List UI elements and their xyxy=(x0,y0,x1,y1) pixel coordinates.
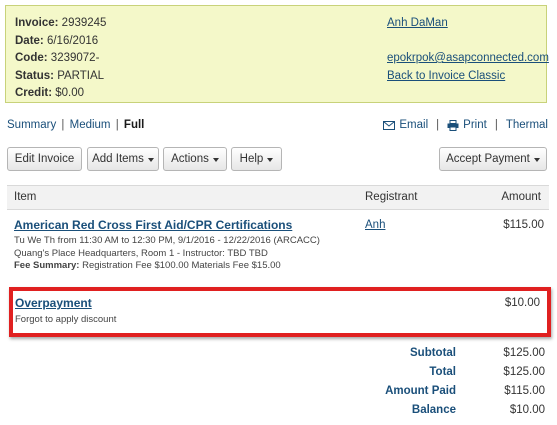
help-label: Help xyxy=(239,153,264,165)
subtotal-value: $125.00 xyxy=(503,347,545,359)
subtotal-label: Subtotal xyxy=(410,347,456,359)
actions-button[interactable]: Actions xyxy=(163,147,227,171)
invoice-label: Invoice: xyxy=(15,17,59,29)
item-schedule: Tu We Th from 11:30 AM to 12:30 PM, 9/1/… xyxy=(14,235,320,246)
caret-down-icon xyxy=(533,158,540,162)
invoice-date: 6/16/2016 xyxy=(46,34,99,47)
registrant-link[interactable]: Anh xyxy=(365,219,385,231)
balance-label: Balance xyxy=(411,404,456,416)
customer-details: Anh DaMan epokrpok@asapconnected.com Bac… xyxy=(387,15,549,85)
amount-paid-value: $115.00 xyxy=(504,385,545,397)
output-separator: | xyxy=(494,119,498,131)
invoice-code: 3239072- xyxy=(50,52,100,64)
fee-summary-detail: Registration Fee $100.00 Materials Fee $… xyxy=(82,260,281,271)
output-separator: | xyxy=(436,119,440,131)
item-location: Quang's Place Headquarters, Room 1 - Ins… xyxy=(14,247,268,259)
invoice-credit: $0.00 xyxy=(55,87,85,99)
view-mode-links: Summary | Medium | Full xyxy=(7,119,144,131)
view-separator: | xyxy=(61,119,65,131)
printer-icon xyxy=(447,119,459,131)
credit-label: Credit: xyxy=(15,87,53,99)
total-label: Total xyxy=(429,366,456,378)
table-row: American Red Cross First Aid/CPR Certifi… xyxy=(14,218,544,273)
view-separator: | xyxy=(115,119,119,131)
customer-name-link[interactable]: Anh DaMan xyxy=(387,17,448,29)
edit-invoice-button[interactable]: Edit Invoice xyxy=(7,147,82,171)
invoice-status: PARTIAL xyxy=(57,69,105,82)
view-summary-link[interactable]: Summary xyxy=(7,119,56,131)
add-items-label: Add Items xyxy=(92,153,144,165)
email-label: Email xyxy=(399,119,429,131)
actions-label: Actions xyxy=(171,153,209,165)
item-title-link[interactable]: American Red Cross First Aid/CPR Certifi… xyxy=(14,218,292,232)
overpayment-note: Forgot to apply discount xyxy=(15,314,117,325)
status-label: Status: xyxy=(15,69,54,82)
table-header: Item Registrant Amount xyxy=(7,185,549,210)
email-link[interactable]: Email xyxy=(383,119,428,131)
column-header-item: Item xyxy=(14,191,37,203)
date-label: Date: xyxy=(15,34,44,47)
print-link[interactable]: Print xyxy=(447,119,487,131)
table-row: Overpayment Forgot to apply discount xyxy=(15,296,116,327)
help-button[interactable]: Help xyxy=(231,147,282,171)
output-links: Email | Print | Thermal xyxy=(383,119,548,131)
back-to-classic-link[interactable]: Back to Invoice Classic xyxy=(387,70,505,82)
overpayment-amount: $10.00 xyxy=(504,297,540,309)
caret-down-icon xyxy=(267,158,274,162)
caret-down-icon xyxy=(212,158,219,162)
print-label: Print xyxy=(463,119,487,131)
thermal-link[interactable]: Thermal xyxy=(506,119,548,131)
code-label: Code: xyxy=(15,52,48,64)
add-items-button[interactable]: Add Items xyxy=(87,147,159,171)
view-full-link[interactable]: Full xyxy=(124,119,144,131)
amount-paid-label: Amount Paid xyxy=(385,385,456,397)
invoice-details: Invoice: 2939245 Date: 6/16/2016 Code: 3… xyxy=(15,15,106,103)
edit-invoice-label: Edit Invoice xyxy=(14,153,75,165)
invoice-number: 2939245 xyxy=(61,17,107,29)
invoice-info-box: Invoice: 2939245 Date: 6/16/2016 Code: 3… xyxy=(5,5,549,103)
customer-email-link[interactable]: epokrpok@asapconnected.com xyxy=(387,52,549,64)
overpayment-link[interactable]: Overpayment xyxy=(15,296,92,310)
total-value: $125.00 xyxy=(503,366,545,378)
view-medium-link[interactable]: Medium xyxy=(70,119,111,131)
column-header-registrant: Registrant xyxy=(365,191,418,203)
balance-value: $10.00 xyxy=(509,404,545,416)
caret-down-icon xyxy=(147,158,154,162)
column-header-amount: Amount xyxy=(501,191,541,203)
fee-summary-label: Fee Summary: xyxy=(14,260,80,271)
envelope-icon xyxy=(383,120,396,130)
accept-payment-label: Accept Payment xyxy=(446,153,530,165)
item-amount: $115.00 xyxy=(503,219,544,231)
accept-payment-button[interactable]: Accept Payment xyxy=(439,147,547,171)
